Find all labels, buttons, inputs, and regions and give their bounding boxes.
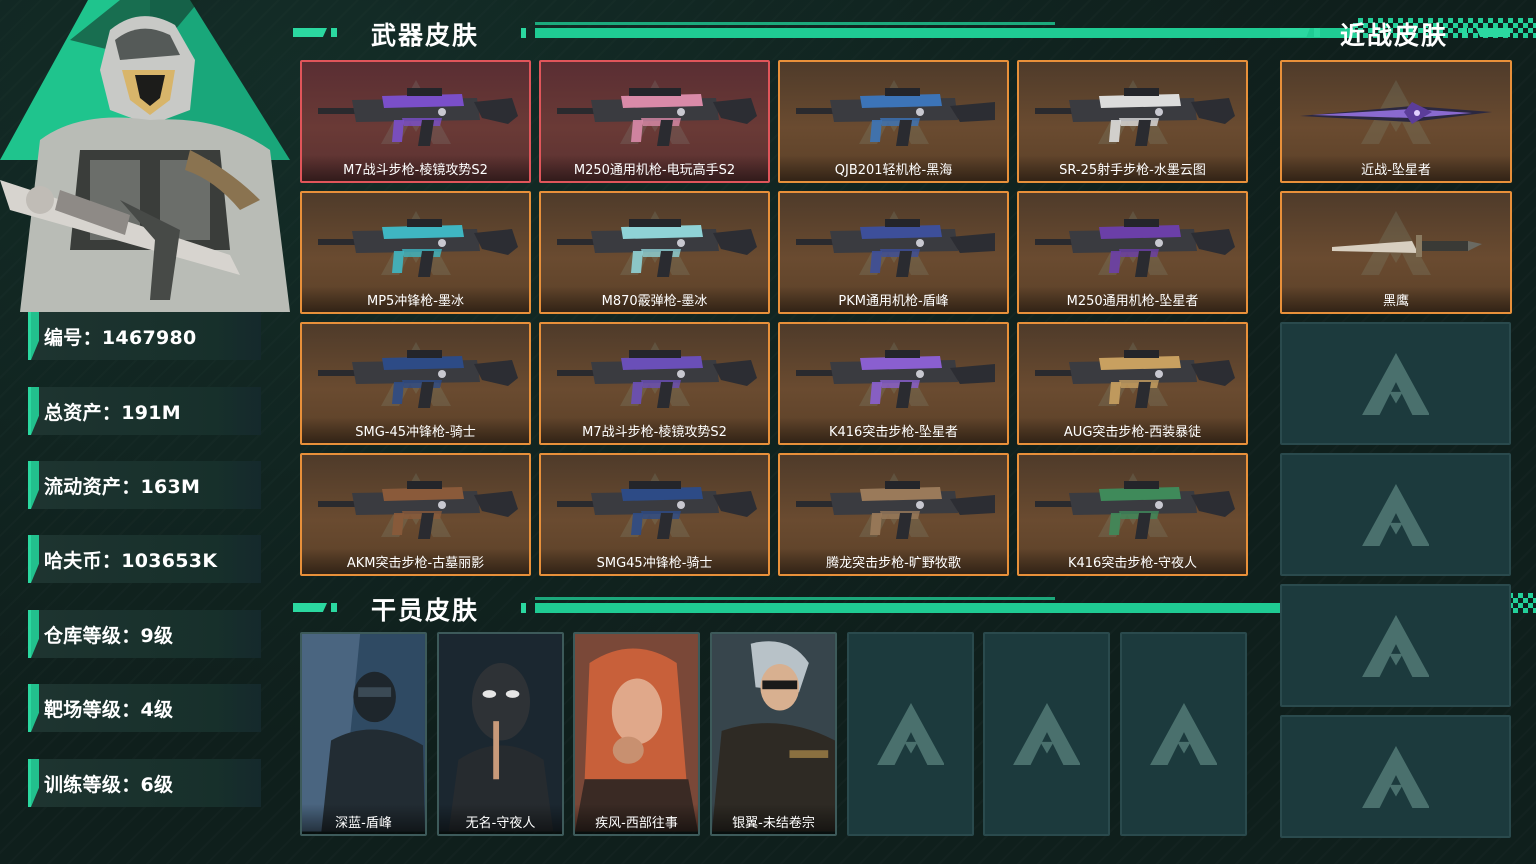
delta-logo-watermark-icon bbox=[1361, 614, 1430, 677]
weapon-skin-card[interactable]: M250通用机枪-坠星者 bbox=[1017, 191, 1248, 314]
weapon-skin-name: MP5冲锋枪-墨冰 bbox=[366, 294, 465, 309]
operator-skin-name: 疾风-西部往事 bbox=[595, 816, 678, 831]
empty-melee-slot[interactable] bbox=[1280, 322, 1511, 445]
weapon-skin-name: PKM通用机枪-盾峰 bbox=[838, 294, 949, 309]
weapon-skin-name: AKM突击步枪-古墓丽影 bbox=[346, 556, 485, 571]
weapon-skin-card[interactable]: AUG突击步枪-西装暴徒 bbox=[1017, 322, 1248, 445]
weapon-image bbox=[312, 465, 519, 547]
weapon-image bbox=[551, 72, 758, 154]
delta-logo-watermark-icon bbox=[1012, 703, 1081, 766]
weapon-skin-card[interactable]: MP5冲锋枪-墨冰 bbox=[300, 191, 531, 314]
melee-skin-card[interactable]: 黑鹰 bbox=[1280, 191, 1512, 314]
weapon-image bbox=[312, 203, 519, 285]
stat-text: 流动资产：163M bbox=[44, 476, 201, 498]
weapon-image bbox=[1029, 334, 1236, 416]
weapons-section-header: 武器皮肤 bbox=[293, 16, 1536, 50]
stat-row: 训练等级：6级 bbox=[28, 759, 261, 807]
weapons-section-title: 武器皮肤 bbox=[371, 21, 480, 50]
melee-skin-name: 近战-坠星者 bbox=[1361, 163, 1431, 178]
operator-portrait bbox=[0, 16, 290, 312]
delta-logo-watermark-icon bbox=[1361, 745, 1430, 808]
operators-section-title: 干员皮肤 bbox=[371, 596, 480, 625]
empty-operator-slot[interactable] bbox=[1120, 632, 1247, 836]
weapon-image bbox=[790, 72, 997, 154]
melee-skin-name: 黑鹰 bbox=[1382, 294, 1409, 309]
melee-weapon-image bbox=[1292, 72, 1499, 154]
weapon-skin-name: SMG-45冲锋枪-骑士 bbox=[355, 425, 476, 440]
weapon-skin-card[interactable]: QJB201轻机枪-黑海 bbox=[778, 60, 1009, 183]
weapon-skin-name: M7战斗步枪-棱镜攻势S2 bbox=[343, 163, 488, 178]
weapon-skin-name: M250通用机枪-坠星者 bbox=[1066, 294, 1199, 309]
operator-skin-card[interactable]: 无名-守夜人 bbox=[437, 632, 564, 836]
weapon-skin-card[interactable]: 腾龙突击步枪-旷野牧歌 bbox=[778, 453, 1009, 576]
weapon-image bbox=[790, 203, 997, 285]
delta-logo-watermark-icon bbox=[1361, 483, 1430, 546]
stat-row: 流动资产：163M bbox=[28, 461, 261, 509]
weapon-skin-card[interactable]: SMG-45冲锋枪-骑士 bbox=[300, 322, 531, 445]
stat-row: 仓库等级：9级 bbox=[28, 610, 261, 658]
weapon-skin-name: SR-25射手步枪-水墨云图 bbox=[1059, 163, 1206, 178]
stat-text: 仓库等级：9级 bbox=[44, 625, 174, 647]
weapon-skin-card[interactable]: PKM通用机枪-盾峰 bbox=[778, 191, 1009, 314]
weapon-skin-name: K416突击步枪-守夜人 bbox=[1067, 556, 1198, 571]
stat-text: 哈夫币：103653K bbox=[44, 550, 218, 572]
weapon-image bbox=[790, 465, 997, 547]
empty-operator-slot[interactable] bbox=[847, 632, 974, 836]
operator-skin-name: 银翼-未结卷宗 bbox=[732, 816, 815, 831]
delta-logo-watermark-icon bbox=[1361, 352, 1430, 415]
stat-text: 总资产：191M bbox=[44, 402, 181, 424]
weapon-skin-name: SMG45冲锋枪-骑士 bbox=[596, 556, 713, 571]
empty-melee-slot[interactable] bbox=[1280, 584, 1511, 707]
melee-section-header: 近战皮肤 bbox=[1280, 16, 1512, 50]
operator-skin-card[interactable]: 深蓝-盾峰 bbox=[300, 632, 427, 836]
empty-melee-slot[interactable] bbox=[1280, 453, 1511, 576]
weapon-image bbox=[1029, 465, 1236, 547]
stat-row: 总资产：191M bbox=[28, 387, 261, 435]
operator-skin-name: 深蓝-盾峰 bbox=[335, 816, 392, 831]
weapon-skin-card[interactable]: SMG45冲锋枪-骑士 bbox=[539, 453, 770, 576]
operator-skin-card[interactable]: 银翼-未结卷宗 bbox=[710, 632, 837, 836]
weapon-skin-name: M7战斗步枪-棱镜攻势S2 bbox=[582, 425, 727, 440]
weapon-skin-name: M250通用机枪-电玩高手S2 bbox=[573, 163, 736, 178]
weapon-skin-name: 腾龙突击步枪-旷野牧歌 bbox=[826, 556, 961, 571]
weapon-skin-name: AUG突击步枪-西装暴徒 bbox=[1063, 425, 1202, 440]
empty-melee-slot[interactable] bbox=[1280, 715, 1511, 838]
stat-text: 靶场等级：4级 bbox=[44, 699, 174, 721]
stat-text: 编号：1467980 bbox=[44, 327, 197, 349]
weapon-image bbox=[551, 465, 758, 547]
operator-skin-name: 无名-守夜人 bbox=[465, 816, 536, 831]
stat-row: 编号：1467980 bbox=[28, 312, 261, 360]
delta-logo-watermark-icon bbox=[876, 703, 945, 766]
delta-logo-watermark-icon bbox=[1149, 703, 1218, 766]
weapon-skin-card[interactable]: SR-25射手步枪-水墨云图 bbox=[1017, 60, 1248, 183]
weapon-skin-name: QJB201轻机枪-黑海 bbox=[834, 163, 953, 178]
weapon-skin-card[interactable]: M870霰弹枪-墨冰 bbox=[539, 191, 770, 314]
weapon-skin-card[interactable]: M7战斗步枪-棱镜攻势S2 bbox=[300, 60, 531, 183]
melee-weapon-image bbox=[1292, 203, 1499, 285]
melee-skin-card[interactable]: 近战-坠星者 bbox=[1280, 60, 1512, 183]
stat-text: 训练等级：6级 bbox=[44, 774, 174, 796]
weapon-skin-name: M870霰弹枪-墨冰 bbox=[601, 294, 708, 309]
empty-operator-slot[interactable] bbox=[983, 632, 1110, 836]
weapon-skin-card[interactable]: AKM突击步枪-古墓丽影 bbox=[300, 453, 531, 576]
weapon-image bbox=[312, 334, 519, 416]
stat-row: 靶场等级：4级 bbox=[28, 684, 261, 732]
melee-section-title: 近战皮肤 bbox=[1340, 21, 1449, 50]
operator-skin-card[interactable]: 疾风-西部往事 bbox=[573, 632, 700, 836]
weapon-image bbox=[1029, 72, 1236, 154]
weapon-image bbox=[1029, 203, 1236, 285]
weapon-skin-card[interactable]: M7战斗步枪-棱镜攻势S2 bbox=[539, 322, 770, 445]
operators-section-header: 干员皮肤 bbox=[293, 591, 1536, 625]
weapon-image bbox=[312, 72, 519, 154]
weapon-skin-card[interactable]: K416突击步枪-坠星者 bbox=[778, 322, 1009, 445]
weapon-skin-card[interactable]: K416突击步枪-守夜人 bbox=[1017, 453, 1248, 576]
weapon-skin-card[interactable]: M250通用机枪-电玩高手S2 bbox=[539, 60, 770, 183]
weapon-image bbox=[551, 203, 758, 285]
stat-row: 哈夫币：103653K bbox=[28, 535, 261, 583]
weapon-image bbox=[551, 334, 758, 416]
weapon-skin-name: K416突击步枪-坠星者 bbox=[828, 425, 959, 440]
weapon-image bbox=[790, 334, 997, 416]
